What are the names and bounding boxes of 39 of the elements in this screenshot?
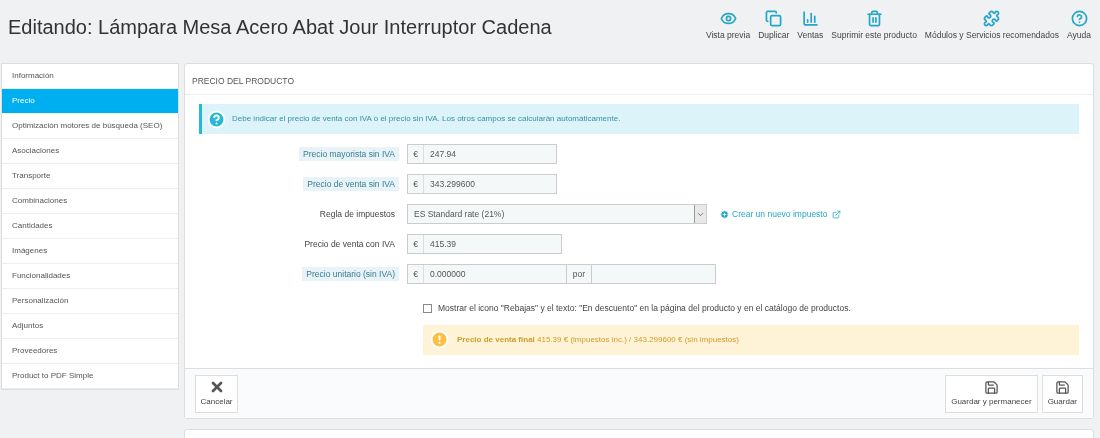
tax-rule-select[interactable]: ES Standard rate (21%) [407,204,707,224]
field-label: Precio de venta sin IVA [303,176,399,192]
cancel-button[interactable]: Cancelar [195,374,238,413]
price-field[interactable]: € 247.94 [407,144,557,164]
field-label: Precio mayorista sin IVA [299,146,399,162]
save-stay-button[interactable]: Guardar y permanecer [945,374,1038,413]
plus-icon [720,209,729,219]
toolbar-button[interactable]: Suprimir este producto [830,10,918,42]
toolbar-button[interactable]: Ventas [796,10,825,42]
checkbox[interactable] [423,303,432,313]
final-price-text: Precio de venta final 415.39 € (impuestos inc.) / 343.299600 € (sin impuestos) [457,333,739,346]
save-button[interactable]: Guardar [1041,374,1083,413]
checkbox-label: Mostrar el icono "Rebajas" y el texto: "En descuento" en la página del producto y en el catálogo de productos. [438,302,851,315]
per-label: por [567,264,591,284]
save-icon [1054,379,1070,395]
save-icon [983,379,999,395]
eye-icon [719,10,737,27]
trash-icon [865,10,883,27]
unit-field[interactable] [591,264,716,284]
chart-icon [801,10,819,27]
toolbar-button[interactable]: Ayuda [1066,10,1092,42]
panel-heading: PRECIO DEL PRODUCTO [192,76,295,86]
toolbar-button[interactable]: Módulos y Servicios recomendados [923,10,1061,42]
price-field[interactable]: € 415.39 [407,234,562,254]
page-title: Editando: Lámpara Mesa Acero Abat Jour Interruptor Cadena [8,15,552,40]
toolbar-button[interactable]: Vista previa [704,10,752,42]
help-icon [207,109,226,129]
field-label: Regla de impuestos [318,207,396,221]
field-label: Precio de venta con IVA [303,237,396,251]
copy-icon [765,10,783,27]
help-icon [1070,10,1088,27]
info-text: Debe indicar el precio de venta con IVA o el precio sin IVA. Los otros campos se calcularán automáticamente. [232,113,621,125]
field-label: Precio unitario (sin IVA) [302,266,399,282]
toolbar-button[interactable]: Duplicar [757,10,791,42]
price-field[interactable]: € 0.000000 [407,264,567,284]
price-field[interactable]: € 343.299600 [407,174,557,194]
warning-icon [430,330,449,350]
puzzle-icon [983,10,1001,27]
external-link-icon [832,209,842,219]
